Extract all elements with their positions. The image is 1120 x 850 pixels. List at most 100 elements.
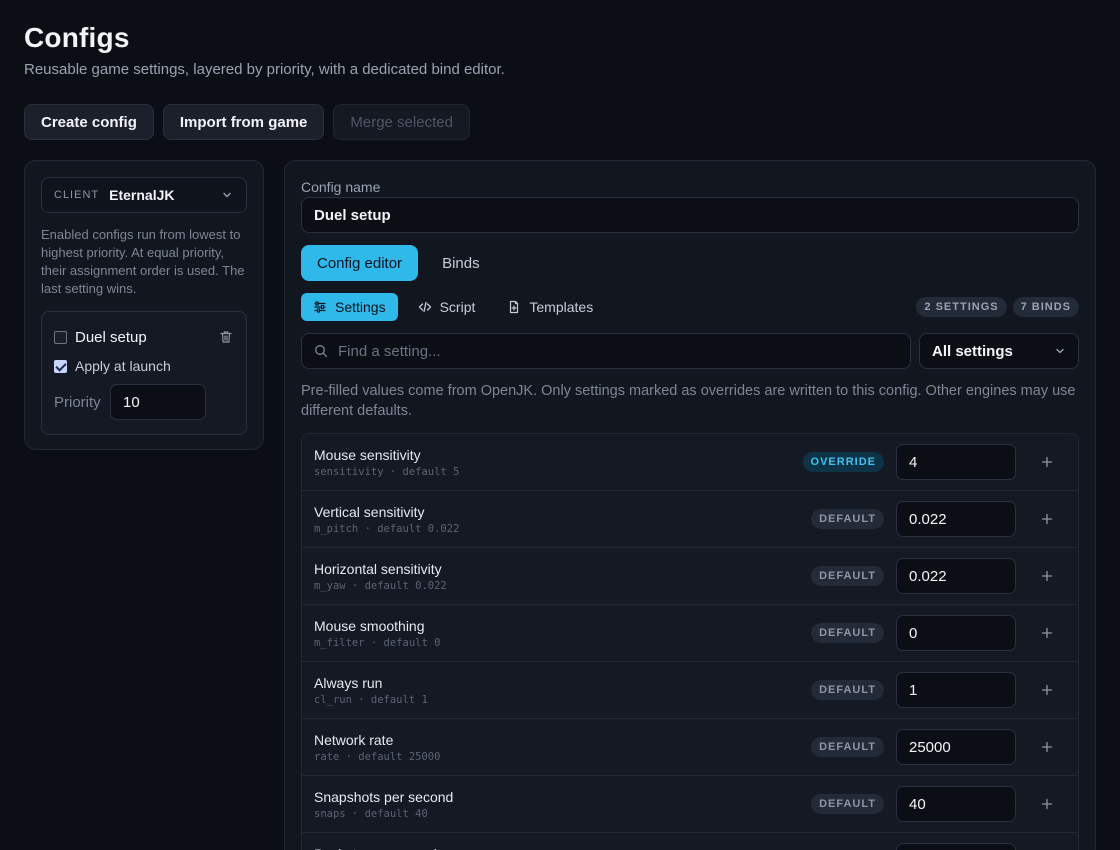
- setting-status-badge: DEFAULT: [811, 623, 884, 643]
- setting-info: Mouse smoothing m_filter · default 0: [314, 618, 811, 649]
- tab-binds[interactable]: Binds: [418, 245, 504, 281]
- apply-at-launch-checkbox[interactable]: [54, 359, 67, 373]
- setting-value-input[interactable]: 25000: [896, 729, 1016, 765]
- page-subtitle: Reusable game settings, layered by prior…: [24, 61, 505, 78]
- search-placeholder: Find a setting...: [338, 342, 441, 360]
- plus-icon[interactable]: [1028, 786, 1066, 822]
- setting-meta: m_yaw · default 0.022: [314, 579, 447, 592]
- setting-label: Vertical sensitivity: [314, 503, 425, 520]
- editor-subtabs: Settings Script Templates 2 SETTINGS 7 B…: [301, 293, 1079, 321]
- setting-label: Always run: [314, 674, 383, 691]
- setting-value-input[interactable]: 0.022: [896, 558, 1016, 594]
- client-select[interactable]: CLIENT EternalJK: [41, 177, 247, 213]
- plus-icon[interactable]: [1028, 843, 1066, 850]
- priority-label: Priority: [54, 393, 101, 411]
- apply-at-launch-label: Apply at launch: [75, 358, 171, 374]
- configs-page: Configs Reusable game settings, layered …: [0, 0, 1120, 850]
- setting-info: Packets per secondcl_maxpackets · defaul…: [314, 846, 811, 850]
- setting-row: Horizontal sensitivity m_yaw · default 0.…: [302, 548, 1078, 605]
- subtab-templates[interactable]: Templates: [495, 293, 605, 321]
- plus-icon[interactable]: [1028, 615, 1066, 651]
- setting-row: Mouse sensitivity sensitivity · default 5…: [302, 434, 1078, 491]
- subtab-script-label: Script: [439, 299, 476, 315]
- search-row: Find a setting... All settings: [301, 333, 1079, 369]
- priority-input[interactable]: 10: [110, 384, 206, 420]
- defaults-note: Pre-filled values come from OpenJK. Only…: [301, 383, 1076, 419]
- setting-info: Network rate rate · default 25000: [314, 732, 811, 763]
- subtab-script[interactable]: Script: [406, 293, 488, 321]
- client-label: CLIENT: [54, 189, 100, 201]
- subtab-settings[interactable]: Settings: [301, 293, 398, 321]
- setting-status-badge: DEFAULT: [811, 680, 884, 700]
- setting-row: Always run cl_run · default 1 DEFAULT 1: [302, 662, 1078, 719]
- trash-icon[interactable]: [218, 329, 234, 345]
- setting-meta: rate · default 25000: [314, 750, 441, 763]
- settings-filter-select[interactable]: All settings: [919, 333, 1079, 369]
- plus-icon[interactable]: [1028, 672, 1066, 708]
- sliders-icon: [314, 301, 326, 313]
- tab-config-editor[interactable]: Config editor: [301, 245, 419, 281]
- setting-label: Network rate: [314, 731, 394, 748]
- priority-help-text: Enabled configs run from lowest to highe…: [41, 227, 245, 296]
- config-name-input[interactable]: Duel setup: [301, 197, 1079, 233]
- merge-selected-button[interactable]: Merge selected: [333, 104, 470, 140]
- setting-status-badge: DEFAULT: [811, 737, 884, 757]
- setting-row: Vertical sensitivity m_pitch · default 0.…: [302, 491, 1078, 548]
- import-from-game-button[interactable]: Import from game: [162, 104, 325, 140]
- plus-icon[interactable]: [1028, 729, 1066, 765]
- setting-meta: m_pitch · default 0.022: [314, 522, 460, 535]
- setting-value-input[interactable]: 0: [896, 615, 1016, 651]
- settings-count-badge: 2 SETTINGS: [916, 297, 1007, 317]
- setting-label: Horizontal sensitivity: [314, 560, 442, 577]
- setting-label: Snapshots per second: [314, 788, 454, 805]
- config-list-panel: CLIENT EternalJK Enabled configs run fro…: [24, 160, 264, 450]
- config-card-name: Duel setup: [75, 328, 147, 346]
- editor-tabs: Config editor Binds: [301, 245, 1079, 281]
- setting-value-input[interactable]: 1: [896, 672, 1016, 708]
- search-icon: [315, 345, 328, 358]
- setting-row: Packets per secondcl_maxpackets · defaul…: [302, 833, 1078, 850]
- chevron-down-icon: [220, 188, 234, 202]
- subtab-settings-label: Settings: [335, 299, 386, 315]
- setting-status-badge: DEFAULT: [811, 566, 884, 586]
- settings-list: Mouse sensitivity sensitivity · default 5…: [301, 433, 1079, 850]
- setting-value-input[interactable]: 0.022: [896, 501, 1016, 537]
- setting-info: Always run cl_run · default 1: [314, 675, 811, 706]
- setting-value-input[interactable]: 30: [896, 843, 1016, 850]
- setting-value-input[interactable]: 40: [896, 786, 1016, 822]
- setting-status-badge: DEFAULT: [811, 509, 884, 529]
- setting-info: Snapshots per second snaps · default 40: [314, 789, 811, 820]
- subtab-templates-label: Templates: [529, 299, 594, 315]
- file-plus-icon: [510, 300, 519, 314]
- setting-label: Mouse sensitivity: [314, 446, 421, 463]
- setting-row: Snapshots per second snaps · default 40 DE…: [302, 776, 1078, 833]
- setting-status-badge: OVERRIDE: [802, 452, 884, 472]
- setting-status-badge: DEFAULT: [811, 794, 884, 814]
- page-title: Configs: [24, 22, 130, 53]
- setting-meta: snaps · default 40: [314, 807, 428, 820]
- setting-meta: cl_run · default 1: [314, 693, 428, 706]
- setting-meta: sensitivity · default 5: [314, 465, 460, 478]
- create-config-button[interactable]: Create config: [24, 104, 154, 140]
- setting-info: Horizontal sensitivity m_yaw · default 0.…: [314, 561, 811, 592]
- setting-meta: m_filter · default 0: [314, 636, 441, 649]
- binds-count-badge: 7 BINDS: [1012, 297, 1079, 317]
- chevron-down-icon: [1056, 348, 1064, 354]
- client-value: EternalJK: [109, 187, 175, 203]
- setting-row: Mouse smoothing m_filter · default 0 DEFAU…: [302, 605, 1078, 662]
- setting-label: Packets per second: [314, 846, 811, 850]
- plus-icon[interactable]: [1028, 444, 1066, 480]
- setting-info: Vertical sensitivity m_pitch · default 0.…: [314, 504, 811, 535]
- config-editor-panel: Config name Duel setup Config editor Bin…: [284, 160, 1096, 850]
- toolbar: Create config Import from game Merge sel…: [24, 104, 470, 140]
- setting-label: Mouse smoothing: [314, 617, 425, 634]
- plus-icon[interactable]: [1028, 501, 1066, 537]
- setting-search-input[interactable]: Find a setting...: [301, 333, 911, 369]
- setting-value-input[interactable]: 4: [896, 444, 1016, 480]
- config-name-label: Config name: [301, 179, 381, 195]
- select-config-checkbox[interactable]: [54, 330, 67, 344]
- code-icon: [418, 301, 431, 313]
- plus-icon[interactable]: [1028, 558, 1066, 594]
- config-card[interactable]: Duel setup Apply at launch Priority 10: [41, 311, 247, 435]
- setting-info: Mouse sensitivity sensitivity · default 5: [314, 447, 803, 478]
